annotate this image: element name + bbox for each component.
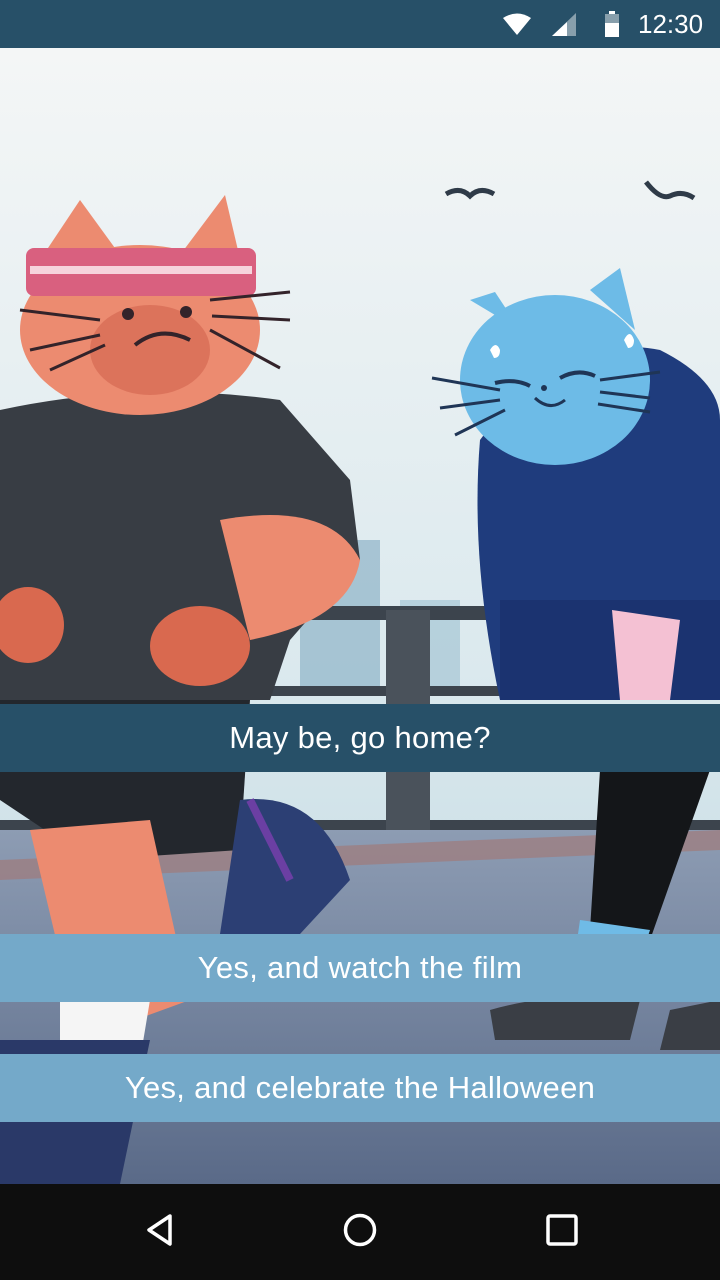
back-icon: [143, 1213, 177, 1252]
navigation-bar: [0, 1184, 720, 1280]
status-bar: 12:30: [0, 0, 720, 48]
recent-apps-button[interactable]: [502, 1184, 622, 1280]
back-button[interactable]: [100, 1184, 220, 1280]
choice-celebrate-halloween-button[interactable]: Yes, and celebrate the Halloween: [0, 1054, 720, 1122]
screen: 12:30 May be, go home? Yes, and watch th…: [0, 0, 720, 1280]
choice-go-home-button[interactable]: May be, go home?: [0, 704, 720, 772]
choice-label: Yes, and watch the film: [197, 950, 523, 985]
jogging-cats-illustration: [0, 48, 720, 1184]
cell-signal-icon: [550, 12, 578, 43]
status-time: 12:30: [638, 9, 704, 39]
choice-label: Yes, and celebrate the Halloween: [124, 1070, 596, 1105]
battery-icon: [604, 11, 620, 42]
choice-label: May be, go home?: [229, 720, 491, 755]
home-button[interactable]: [300, 1184, 420, 1280]
choice-watch-film-button[interactable]: Yes, and watch the film: [0, 934, 720, 1002]
wifi-icon: [502, 12, 532, 41]
recent-apps-icon: [545, 1213, 579, 1252]
home-icon: [342, 1212, 378, 1253]
